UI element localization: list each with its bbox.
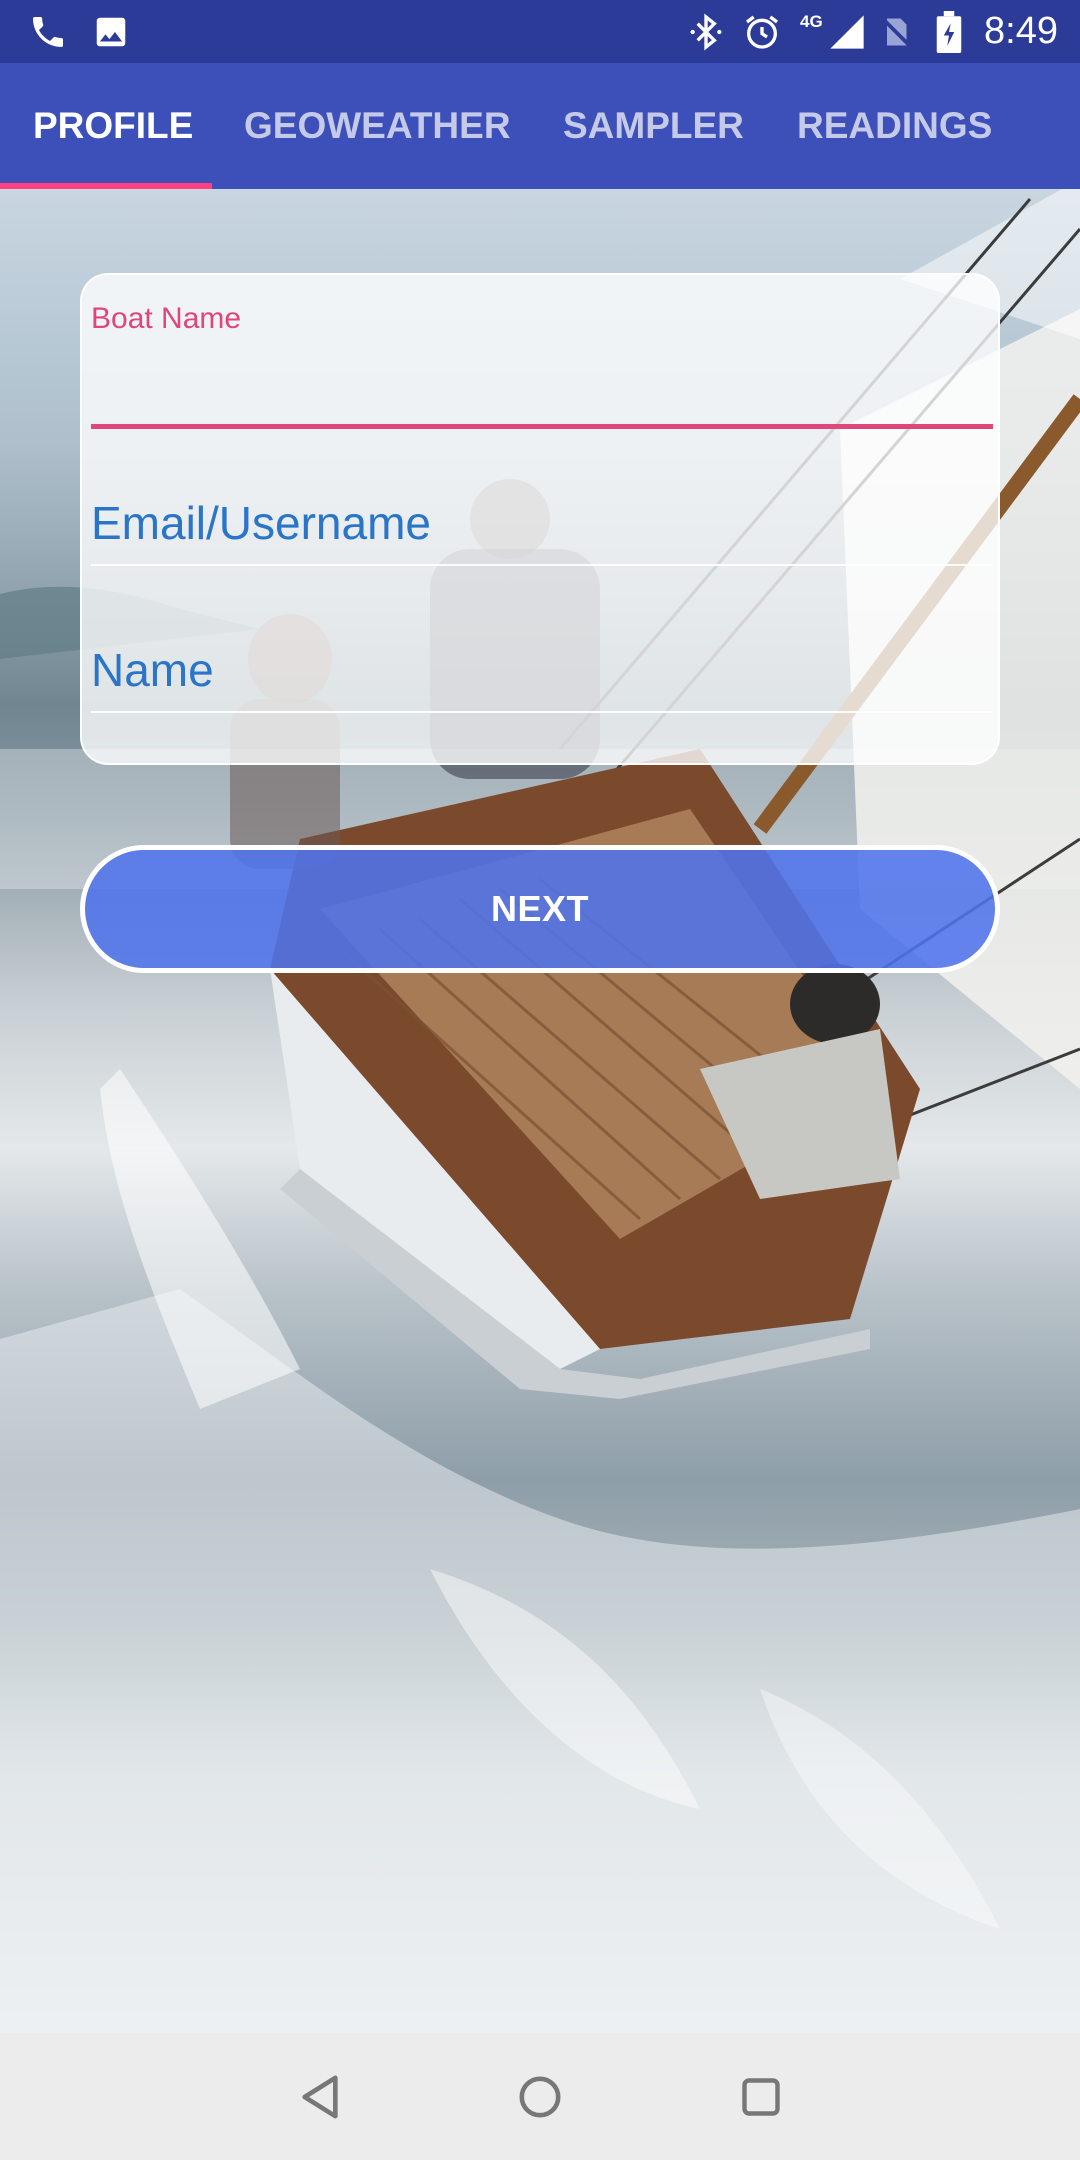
phone-icon xyxy=(28,0,68,63)
signal-icon xyxy=(824,0,870,63)
boat-name-input[interactable] xyxy=(91,335,993,429)
tab-bar: PROFILE GEOWEATHER SAMPLER READINGS xyxy=(0,63,1080,189)
battery-icon xyxy=(934,0,964,63)
image-icon xyxy=(92,0,130,63)
tab-sampler[interactable]: SAMPLER xyxy=(563,63,744,189)
tab-readings[interactable]: READINGS xyxy=(797,63,992,189)
status-bar: 4G 8:49 xyxy=(0,0,1080,63)
back-icon[interactable] xyxy=(275,2033,365,2160)
name-field[interactable]: Name xyxy=(91,601,993,713)
next-button-label: NEXT xyxy=(490,888,589,929)
next-button[interactable]: NEXT xyxy=(80,845,1000,973)
profile-form-card: Boat Name Email/Username Name xyxy=(80,273,1000,765)
status-time: 8:49 xyxy=(984,10,1058,52)
boat-name-label: Boat Name xyxy=(91,302,242,335)
email-username-placeholder: Email/Username xyxy=(91,497,431,549)
navigation-bar xyxy=(0,2033,1080,2160)
email-username-field[interactable]: Email/Username xyxy=(91,454,993,566)
bluetooth-icon xyxy=(686,0,726,63)
network-type-label: 4G xyxy=(800,12,823,31)
alarm-icon xyxy=(742,0,782,63)
recents-icon[interactable] xyxy=(716,2033,806,2160)
tab-profile[interactable]: PROFILE xyxy=(33,63,193,189)
name-placeholder: Name xyxy=(91,644,214,696)
no-sim-icon xyxy=(878,0,914,63)
tab-geoweather[interactable]: GEOWEATHER xyxy=(244,63,511,189)
home-icon[interactable] xyxy=(495,2033,585,2160)
